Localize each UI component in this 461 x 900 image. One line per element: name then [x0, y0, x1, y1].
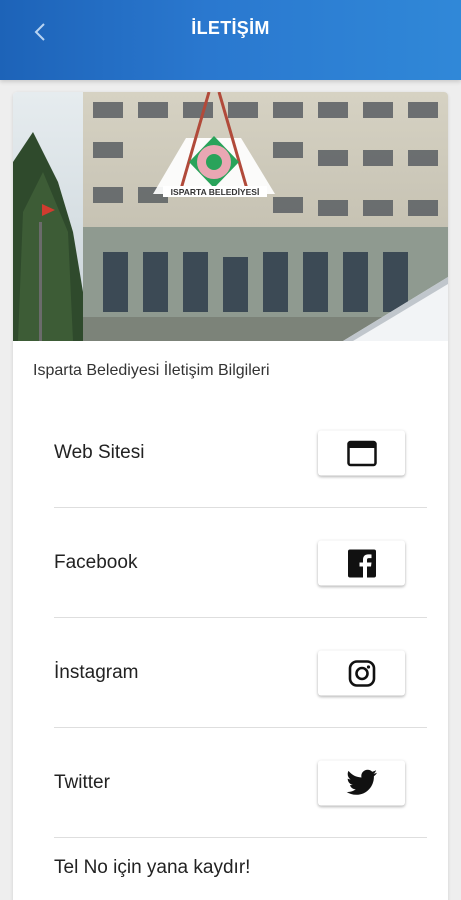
facebook-icon [347, 549, 376, 577]
browser-window-icon [346, 440, 377, 466]
contact-card: ISPARTA BELEDİYESİ Isparta Belediyesi İl… [13, 92, 448, 900]
contact-row-facebook: Facebook [54, 508, 427, 618]
instagram-label: İnstagram [54, 662, 139, 683]
contact-row-website: Web Sitesi [54, 398, 427, 508]
website-button[interactable] [318, 430, 405, 476]
app-header: İLETİŞİM [0, 0, 461, 80]
twitter-icon [346, 769, 377, 795]
facebook-label: Facebook [54, 552, 138, 573]
municipality-building-photo: ISPARTA BELEDİYESİ [13, 92, 448, 341]
contact-row-twitter: Twitter [54, 728, 427, 838]
contact-row-instagram: İnstagram [54, 618, 427, 728]
section-title: Isparta Belediyesi İletişim Bilgileri [33, 362, 270, 379]
phone-swipe-hint: Tel No için yana kaydır! [54, 857, 251, 878]
website-label: Web Sitesi [54, 442, 145, 463]
logo-text: ISPARTA BELEDİYESİ [171, 187, 260, 197]
row-divider [54, 837, 427, 838]
page-title: İLETİŞİM [191, 18, 270, 38]
twitter-label: Twitter [54, 772, 110, 793]
twitter-button[interactable] [318, 760, 405, 806]
facebook-button[interactable] [318, 540, 405, 586]
instagram-icon [348, 659, 375, 687]
instagram-button[interactable] [318, 650, 405, 696]
